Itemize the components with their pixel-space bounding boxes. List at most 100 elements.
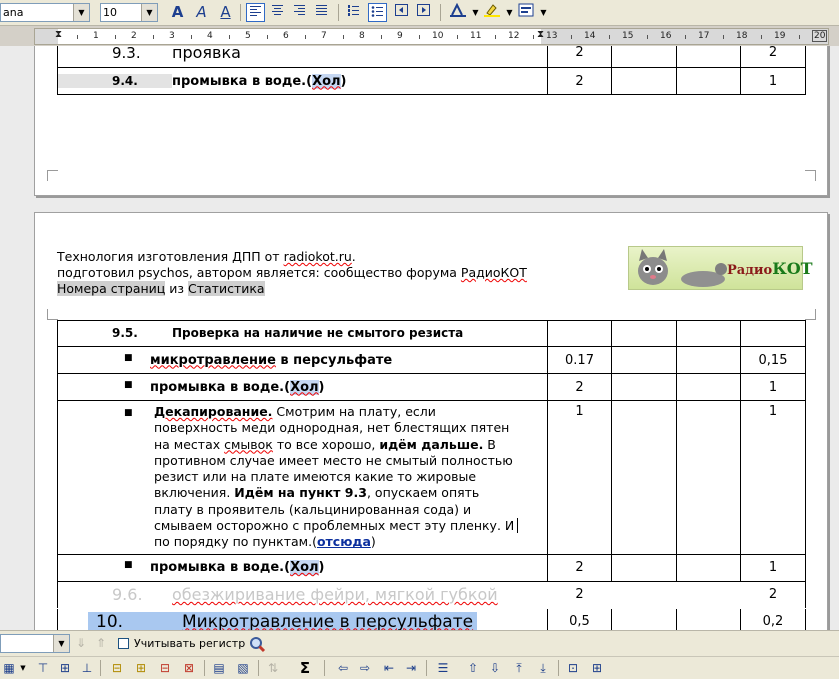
autoformat-icon[interactable]: ▧: [234, 659, 252, 677]
increase-indent-icon[interactable]: [414, 3, 433, 22]
font-color-icon[interactable]: [448, 2, 467, 22]
font-name-combo[interactable]: ana ▼: [0, 3, 90, 22]
table-cell[interactable]: 0,2: [740, 607, 806, 630]
table-cell[interactable]: 1: [547, 400, 612, 555]
align-top-icon[interactable]: ⊤: [34, 659, 52, 677]
insert-row-icon[interactable]: ⊟: [108, 659, 126, 677]
table-cell[interactable]: 2: [740, 46, 806, 68]
document-workspace[interactable]: 9.3. проявка 2 2 9.4. промывка в воде.(Хол…: [0, 46, 839, 630]
sum-icon[interactable]: Σ: [296, 659, 314, 677]
chevron-down-icon[interactable]: ▼: [14, 659, 32, 677]
table-cell[interactable]: [676, 553, 741, 582]
chevron-down-icon[interactable]: ▼: [73, 4, 89, 21]
insert-column-icon[interactable]: ⊞: [132, 659, 150, 677]
table-cell[interactable]: [676, 67, 741, 95]
align-justify-icon[interactable]: [312, 3, 331, 22]
table-cell[interactable]: 1: [740, 67, 806, 95]
table-cell[interactable]: [611, 320, 677, 347]
table-cell[interactable]: [611, 67, 677, 95]
table-cell[interactable]: 2: [547, 373, 612, 401]
numbering-icon[interactable]: [344, 3, 363, 22]
table-cell[interactable]: [611, 373, 677, 401]
move-left-icon[interactable]: ⇤: [380, 659, 398, 677]
align-center-icon[interactable]: [268, 3, 287, 22]
align-right-icon[interactable]: [290, 3, 309, 22]
table-cell[interactable]: [676, 580, 741, 609]
underline-icon[interactable]: A: [216, 3, 235, 22]
restart-numbering-icon[interactable]: ⊡: [564, 659, 582, 677]
table-cell[interactable]: 1: [740, 400, 806, 555]
align-left-icon[interactable]: [246, 3, 265, 22]
center-vertical-icon[interactable]: ⊞: [56, 659, 74, 677]
table-cell[interactable]: 2: [547, 46, 612, 68]
document-page[interactable]: 9.3. проявка 2 2 9.4. промывка в воде.(Хол…: [34, 46, 828, 196]
table-cell[interactable]: [547, 320, 612, 347]
table-cell[interactable]: [611, 553, 677, 582]
table-cell[interactable]: 9.3. проявка: [57, 46, 548, 68]
table-cell[interactable]: [676, 400, 741, 555]
decrease-indent-icon[interactable]: [392, 3, 411, 22]
move-right-icon[interactable]: ⇥: [402, 659, 420, 677]
table-cell[interactable]: 0.17: [547, 346, 612, 374]
indent-marker-icon[interactable]: ⧗: [55, 29, 62, 40]
sort-icon[interactable]: ⇅: [264, 659, 282, 677]
table-cell[interactable]: 2: [547, 553, 612, 582]
table-cell[interactable]: 0,15: [740, 346, 806, 374]
table-cell[interactable]: 9.5. Проверка на наличие не смытого резис…: [57, 320, 548, 347]
table-cell[interactable]: [611, 46, 677, 68]
match-case-checkbox[interactable]: [118, 638, 129, 649]
highlighting-icon[interactable]: [482, 3, 501, 22]
list-icon[interactable]: ☰: [434, 659, 452, 677]
numbering-options-icon[interactable]: ⊞: [588, 659, 606, 677]
table-cell[interactable]: [676, 373, 741, 401]
table-cell[interactable]: [676, 607, 741, 630]
arrow-down-icon[interactable]: ⇩: [486, 659, 504, 677]
table-properties-icon[interactable]: ▤: [210, 659, 228, 677]
document-page[interactable]: Технология изготовления ДПП от radiokot.…: [34, 212, 828, 630]
delete-column-icon[interactable]: ⊠: [180, 659, 198, 677]
bold-icon[interactable]: A: [168, 3, 187, 22]
background-color-icon[interactable]: [516, 3, 535, 22]
statistics-field[interactable]: Статистика: [188, 281, 265, 296]
bullets-icon[interactable]: [368, 3, 387, 22]
chevron-down-icon[interactable]: ▼: [534, 3, 553, 22]
source-link[interactable]: отсюда: [317, 534, 371, 549]
table-cell[interactable]: [676, 346, 741, 374]
table-cell[interactable]: 0,5: [547, 607, 612, 630]
find-next-icon[interactable]: ⇑: [96, 636, 106, 650]
table-cell[interactable]: [676, 320, 741, 347]
table-cell[interactable]: 2: [547, 580, 612, 609]
table-cell[interactable]: ■ микротравление в персульфате: [57, 346, 548, 374]
arrow-right-icon[interactable]: ⇨: [356, 659, 374, 677]
table-cell[interactable]: ■ промывка в воде.(Хол): [57, 373, 548, 401]
table-cell[interactable]: 10. Микротравление в персульфате: [57, 607, 548, 630]
table-cell[interactable]: [611, 346, 677, 374]
indent-marker-icon[interactable]: ⧗: [537, 29, 544, 40]
find-input[interactable]: ▼: [0, 634, 70, 653]
table-cell[interactable]: ■ Декапирование. Смотрим на плату, если …: [57, 400, 548, 555]
move-up-icon[interactable]: ⤒: [510, 659, 528, 677]
table-cell[interactable]: 9.4. промывка в воде.(Хол): [57, 67, 548, 95]
font-size-combo[interactable]: 10 ▼: [100, 3, 158, 22]
table-cell[interactable]: 2: [740, 580, 806, 609]
chevron-down-icon[interactable]: ▼: [141, 4, 157, 21]
table-cell[interactable]: [611, 580, 677, 609]
arrow-up-icon[interactable]: ⇧: [464, 659, 482, 677]
horizontal-ruler[interactable]: 1 2 3 4 5 6 7 8 9 10 11 12 13 14 15 16 17 18 19 20 ⧗ ⧗: [34, 28, 829, 45]
table-cell[interactable]: 1: [740, 553, 806, 582]
table-cell[interactable]: ■ промывка в воде.(Хол): [57, 553, 548, 582]
search-icon[interactable]: [248, 635, 266, 657]
chevron-down-icon[interactable]: ▼: [53, 635, 69, 652]
move-down-icon[interactable]: ⤓: [534, 659, 552, 677]
header-site-link[interactable]: radiokot.ru: [284, 249, 352, 264]
table-cell[interactable]: 1: [740, 373, 806, 401]
header-forum-link[interactable]: РадиоКОТ: [461, 265, 527, 280]
table-cell[interactable]: [676, 46, 741, 68]
table-cell[interactable]: [611, 400, 677, 555]
table-cell[interactable]: 9.6. обезжиривание фейри, мягкой губкой: [57, 580, 548, 609]
table-cell[interactable]: 2: [547, 67, 612, 95]
align-bottom-icon[interactable]: ⊥: [78, 659, 96, 677]
table-cell[interactable]: [740, 320, 806, 347]
arrow-left-icon[interactable]: ⇦: [334, 659, 352, 677]
table-cell[interactable]: [611, 607, 677, 630]
